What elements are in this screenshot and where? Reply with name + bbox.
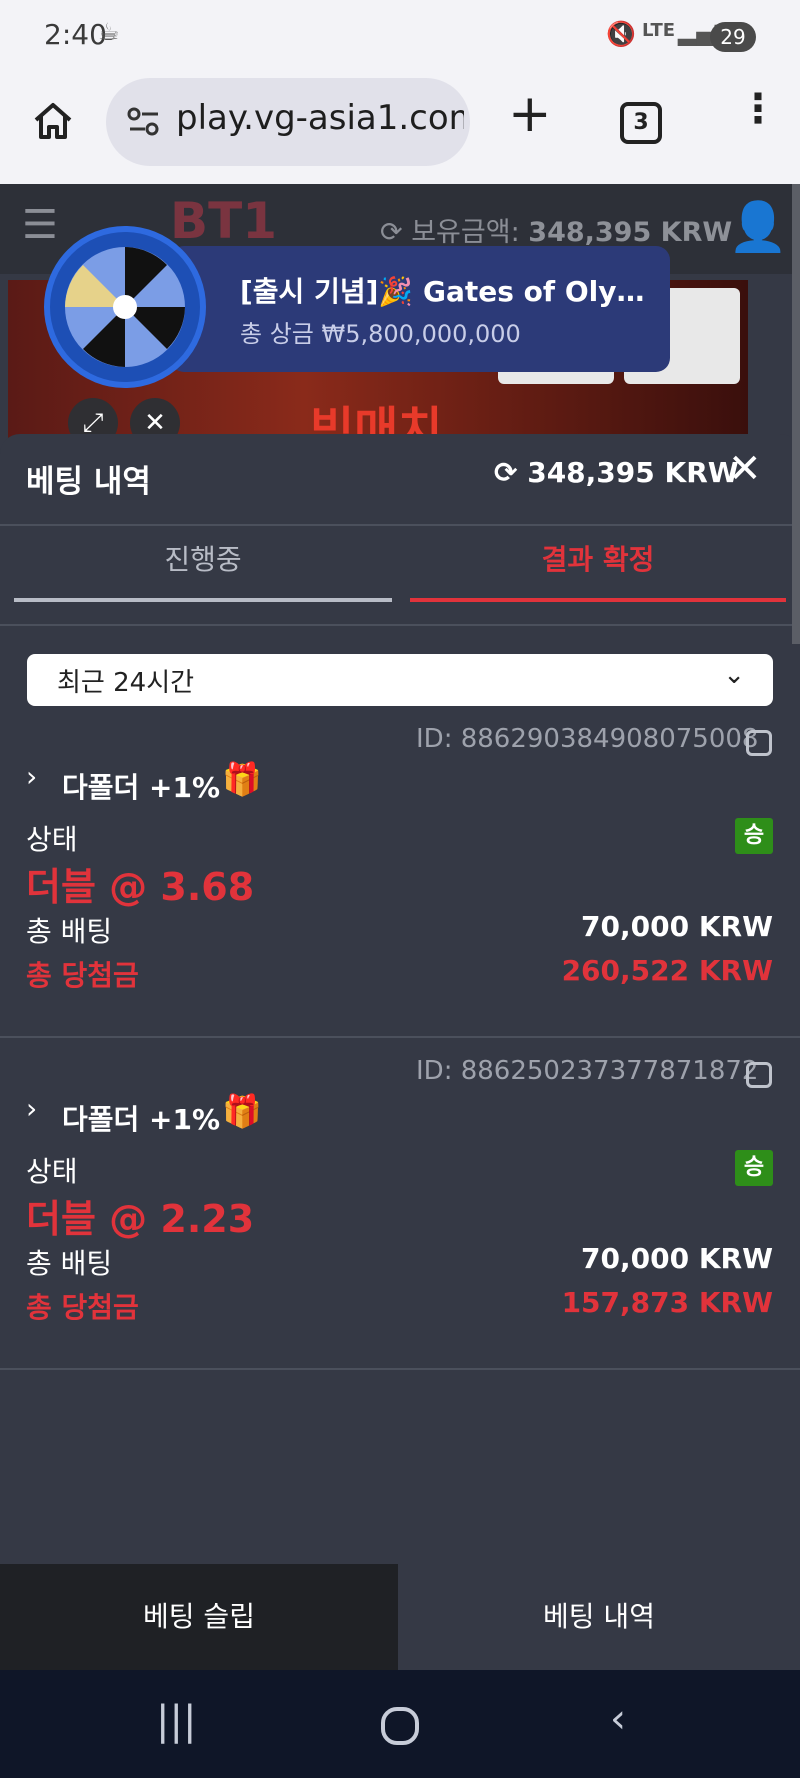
chevron-right-icon[interactable]: › xyxy=(26,1092,37,1125)
payout-value: 157,873 KRW xyxy=(561,1286,773,1319)
panel-title: 베팅 내역 xyxy=(26,464,151,500)
betting-history-panel: 베팅 내역 ⟳ 348,395 KRW ✕ 진행중 결과 확정 최근 24시간 … xyxy=(0,434,800,1564)
status-badge: 승 xyxy=(735,1150,773,1186)
lte-icon: LTE xyxy=(642,20,676,41)
url-text: play.vg-asia1.com xyxy=(176,98,464,138)
divider xyxy=(0,624,800,626)
chevron-right-icon[interactable]: › xyxy=(26,760,37,793)
chevron-down-icon: ⌄ xyxy=(723,660,745,690)
payout-label: 총 당첨금 xyxy=(26,959,139,992)
balance-value: 348,395 KRW xyxy=(528,217,733,248)
recent-apps-icon[interactable]: ||| xyxy=(156,1698,196,1744)
promo-popup[interactable]: [출시 기념]🎉 Gates of Oly… 총 상금 ₩5,800,000,0… xyxy=(170,246,670,372)
home-icon[interactable] xyxy=(32,100,74,142)
browser-toolbar: play.vg-asia1.com + 3 ⋮ xyxy=(0,72,800,184)
stake-label: 총 배팅 xyxy=(26,915,113,948)
bet-id: ID: 886250237377871872 xyxy=(416,1056,759,1086)
url-bar[interactable]: play.vg-asia1.com xyxy=(106,78,470,166)
mute-icon: 🔇 xyxy=(606,20,636,48)
time-filter-select[interactable]: 최근 24시간 ⌄ xyxy=(27,654,773,706)
copy-icon[interactable] xyxy=(746,1062,772,1088)
scrollbar[interactable] xyxy=(792,184,800,644)
refresh-icon[interactable]: ⟳ xyxy=(494,456,517,489)
notification-icon: ☕ xyxy=(98,18,120,46)
payout-value: 260,522 KRW xyxy=(561,954,773,987)
bet-odds: 더블 @ 2.23 xyxy=(26,1197,255,1241)
header-balance: ⟳ 보유금액: 348,395 KRW xyxy=(380,210,732,249)
promo-subtitle: 총 상금 ₩5,800,000,000 xyxy=(240,320,521,348)
bet-card: ID: 886250237377871872 › 다폴더 +1% 🎁 상태 승 … xyxy=(0,1056,800,1356)
back-icon[interactable]: ‹ xyxy=(610,1696,626,1742)
user-icon[interactable]: 👤 xyxy=(728,198,788,255)
panel-balance: 348,395 KRW xyxy=(527,456,739,489)
balance-label: 보유금액: xyxy=(411,217,520,248)
status-label: 상태 xyxy=(26,823,78,856)
bet-odds: 더블 @ 3.68 xyxy=(26,865,255,909)
tab-ongoing[interactable]: 진행중 xyxy=(14,518,392,602)
refresh-icon[interactable]: ⟳ xyxy=(380,217,403,248)
home-nav-icon[interactable] xyxy=(380,1706,420,1746)
tab-settled[interactable]: 결과 확정 xyxy=(410,518,786,602)
bottom-tabs: 베팅 슬립 베팅 내역 xyxy=(0,1564,800,1670)
new-tab-icon[interactable]: + xyxy=(508,84,552,144)
divider xyxy=(0,1036,800,1038)
bet-history-button[interactable]: 베팅 내역 xyxy=(398,1564,800,1670)
time-filter-value: 최근 24시간 xyxy=(57,668,195,698)
divider xyxy=(0,1368,800,1370)
bet-slip-button[interactable]: 베팅 슬립 xyxy=(0,1564,398,1670)
status-label: 상태 xyxy=(26,1155,78,1188)
status-bar: 2:40 ☕ 🔇 LTE ▂▄▆ 29 xyxy=(0,0,800,72)
payout-label: 총 당첨금 xyxy=(26,1291,139,1324)
gift-icon: 🎁 xyxy=(222,1092,262,1130)
stake-value: 70,000 KRW xyxy=(581,910,773,943)
panel-balance-group: ⟳ 348,395 KRW xyxy=(494,456,739,489)
battery-indicator: 29 xyxy=(710,22,756,52)
stake-value: 70,000 KRW xyxy=(581,1242,773,1275)
bet-id: ID: 886290384908075008 xyxy=(416,724,759,754)
close-icon[interactable]: ✕ xyxy=(728,446,762,492)
stake-label: 총 배팅 xyxy=(26,1247,113,1280)
system-nav-bar: ||| ‹ xyxy=(0,1670,800,1778)
wheel-icon[interactable] xyxy=(44,226,206,388)
bet-card: ID: 886290384908075008 › 다폴더 +1% 🎁 상태 승 … xyxy=(0,724,800,1024)
gift-icon: 🎁 xyxy=(222,760,262,798)
site-settings-icon[interactable] xyxy=(126,104,162,140)
bet-type[interactable]: 다폴더 +1% xyxy=(62,766,220,806)
tab-switcher-button[interactable]: 3 xyxy=(620,102,662,144)
more-menu-icon[interactable]: ⋮ xyxy=(738,86,778,132)
bet-type[interactable]: 다폴더 +1% xyxy=(62,1098,220,1138)
copy-icon[interactable] xyxy=(746,730,772,756)
status-badge: 승 xyxy=(735,818,773,854)
promo-title: [출시 기념]🎉 Gates of Oly… xyxy=(240,275,645,308)
